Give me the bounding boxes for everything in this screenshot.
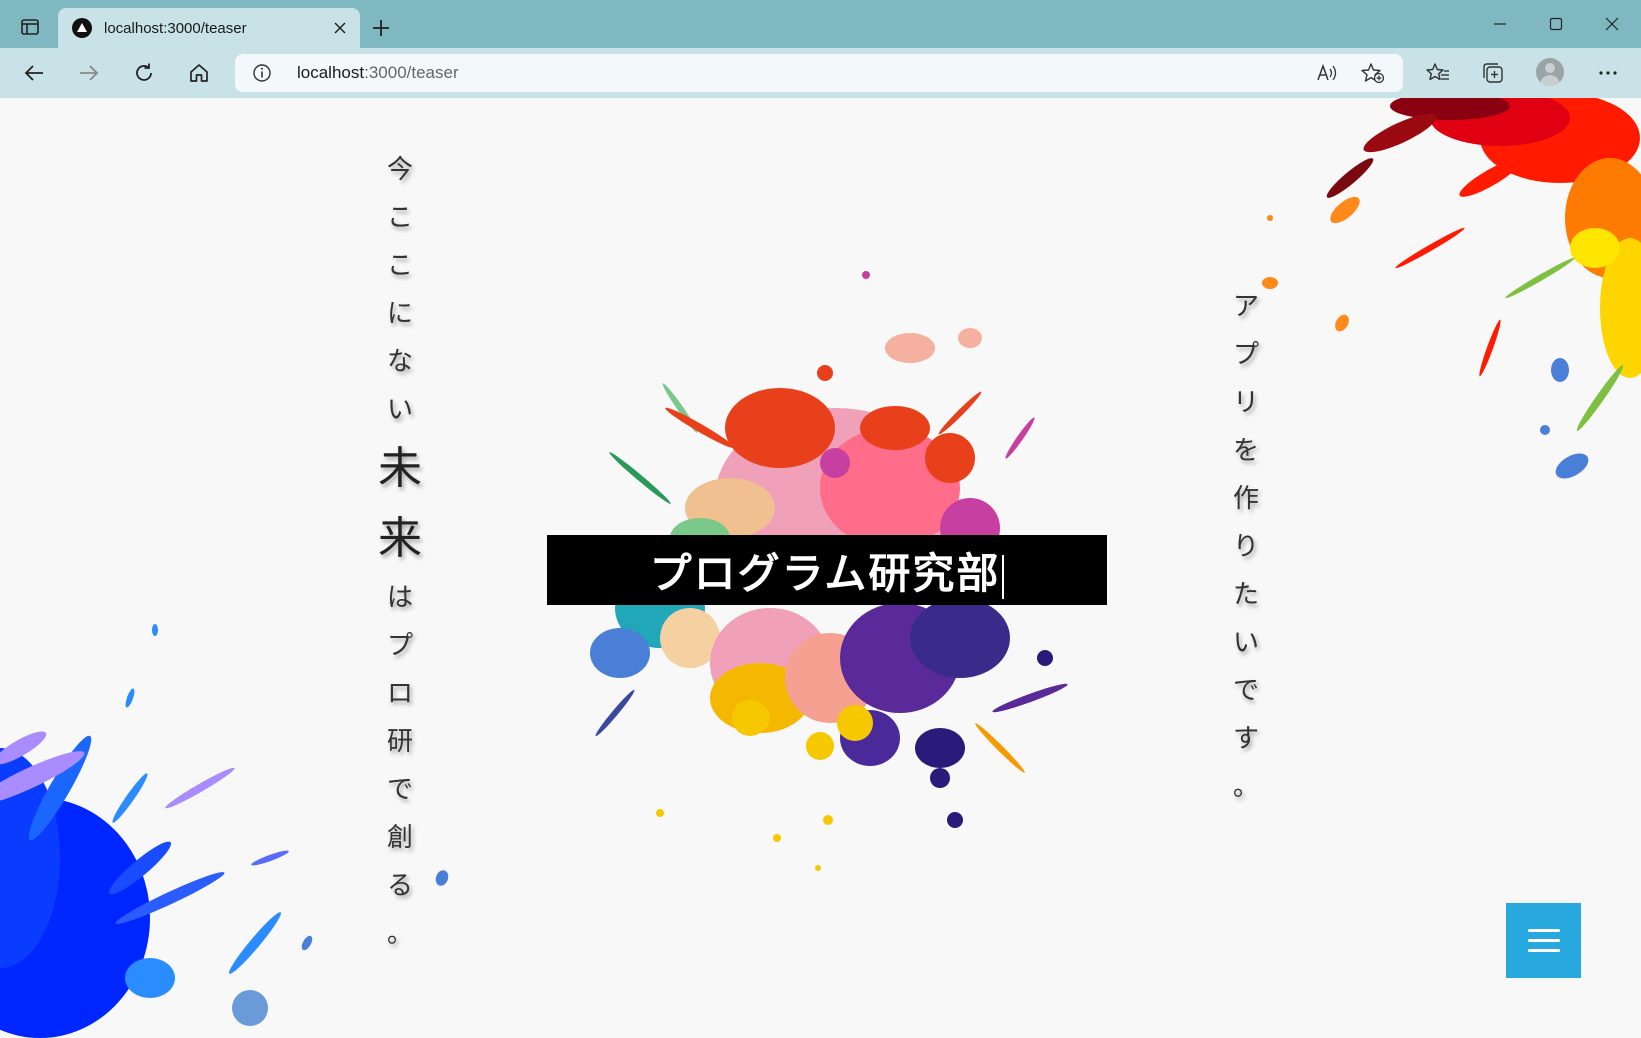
- catchphrase-char: り: [1232, 532, 1259, 562]
- catchphrase-char: 。: [386, 919, 413, 949]
- catchphrase-char: 今: [386, 155, 413, 185]
- catchphrase-char: 未: [378, 443, 422, 494]
- back-arrow-icon: [24, 65, 43, 81]
- read-aloud-icon: [1317, 63, 1337, 81]
- hamburger-menu-icon: [1527, 949, 1560, 952]
- favorites-icon: [1426, 63, 1449, 81]
- add-favorite-icon: [1361, 63, 1385, 84]
- catchphrase-char: プ: [1232, 340, 1259, 370]
- favorites-button[interactable]: [1420, 56, 1456, 90]
- url-path: :3000/teaser: [364, 63, 459, 82]
- address-bar[interactable]: localhost:3000/teaser: [235, 54, 1403, 92]
- forward-button[interactable]: [71, 56, 107, 90]
- catchphrase-char: リ: [1232, 388, 1259, 418]
- new-tab-button[interactable]: [366, 13, 396, 43]
- catchphrase-char: は: [386, 583, 413, 613]
- catchphrase-char: い: [386, 395, 413, 425]
- catchphrase-char: 。: [1232, 772, 1259, 802]
- catchphrase-char: る: [386, 871, 413, 901]
- catchphrase-char: プ: [386, 631, 413, 661]
- browser-titlebar: localhost:3000/teaser: [0, 0, 1641, 48]
- maximize-icon: [1549, 17, 1563, 31]
- window-close-button[interactable]: [1590, 8, 1634, 40]
- tab-actions-button[interactable]: [10, 12, 50, 42]
- menu-button[interactable]: [1506, 903, 1581, 978]
- catchphrase-char: ア: [1232, 292, 1259, 322]
- minimize-button[interactable]: [1478, 8, 1522, 40]
- info-icon: [253, 64, 271, 82]
- left-vertical-catchphrase: 今ここにない未来はプロ研で創る。: [378, 146, 422, 958]
- home-button[interactable]: [181, 56, 217, 90]
- back-button[interactable]: [16, 56, 52, 90]
- forward-arrow-icon: [80, 65, 99, 81]
- profile-avatar[interactable]: [1536, 58, 1564, 86]
- hamburger-menu-icon: [1527, 929, 1560, 932]
- hamburger-menu-icon: [1527, 939, 1560, 942]
- more-icon: [1599, 71, 1617, 75]
- minimize-icon: [1494, 23, 1506, 25]
- browser-toolbar: localhost:3000/teaser: [0, 48, 1641, 99]
- catchphrase-char: す: [1232, 724, 1259, 754]
- catchphrase-char: 研: [386, 727, 413, 757]
- collections-button[interactable]: [1475, 56, 1511, 90]
- maximize-button[interactable]: [1534, 8, 1578, 40]
- catchphrase-char: で: [1232, 676, 1259, 706]
- more-button[interactable]: [1590, 56, 1626, 90]
- catchphrase-char: 創: [386, 823, 413, 853]
- add-favorite-button[interactable]: [1359, 60, 1387, 86]
- page-title-text: プログラム研究部: [649, 548, 1001, 598]
- catchphrase-char: で: [386, 775, 413, 805]
- catchphrase-char: こ: [386, 203, 413, 233]
- catchphrase-char: た: [1232, 580, 1259, 610]
- url-text[interactable]: localhost:3000/teaser: [297, 63, 459, 83]
- triangle-logo-icon: [72, 18, 92, 38]
- catchphrase-char: 作: [1232, 484, 1259, 514]
- plus-icon: [373, 20, 389, 36]
- catchphrase-char: 来: [378, 513, 422, 564]
- catchphrase-char: こ: [386, 251, 413, 281]
- page-viewport: 今ここにない未来はプロ研で創る。 アプリを作りたいです。 プログラム研究部: [0, 98, 1641, 1038]
- url-host: localhost: [297, 63, 365, 82]
- close-icon: [1605, 17, 1619, 31]
- tab-close-button[interactable]: [328, 16, 352, 40]
- tab-title: localhost:3000/teaser: [104, 19, 247, 37]
- refresh-icon: [136, 63, 152, 81]
- typing-caret: [1002, 554, 1005, 599]
- page-title: プログラム研究部: [650, 540, 1005, 601]
- title-box: プログラム研究部: [547, 535, 1107, 605]
- right-vertical-catchphrase: アプリを作りたいです。: [1231, 283, 1261, 811]
- browser-tab[interactable]: localhost:3000/teaser: [58, 8, 360, 48]
- catchphrase-char: い: [1232, 628, 1259, 658]
- close-icon: [334, 22, 346, 34]
- site-info-button[interactable]: [251, 62, 273, 84]
- read-aloud-button[interactable]: [1313, 60, 1341, 86]
- home-icon: [190, 64, 208, 82]
- refresh-button[interactable]: [126, 56, 162, 90]
- tab-actions-icon: [21, 19, 39, 35]
- catchphrase-char: に: [386, 299, 413, 329]
- catchphrase-char: な: [386, 347, 413, 377]
- catchphrase-char: を: [1232, 436, 1259, 466]
- catchphrase-char: ロ: [386, 679, 413, 709]
- collections-icon: [1483, 63, 1503, 83]
